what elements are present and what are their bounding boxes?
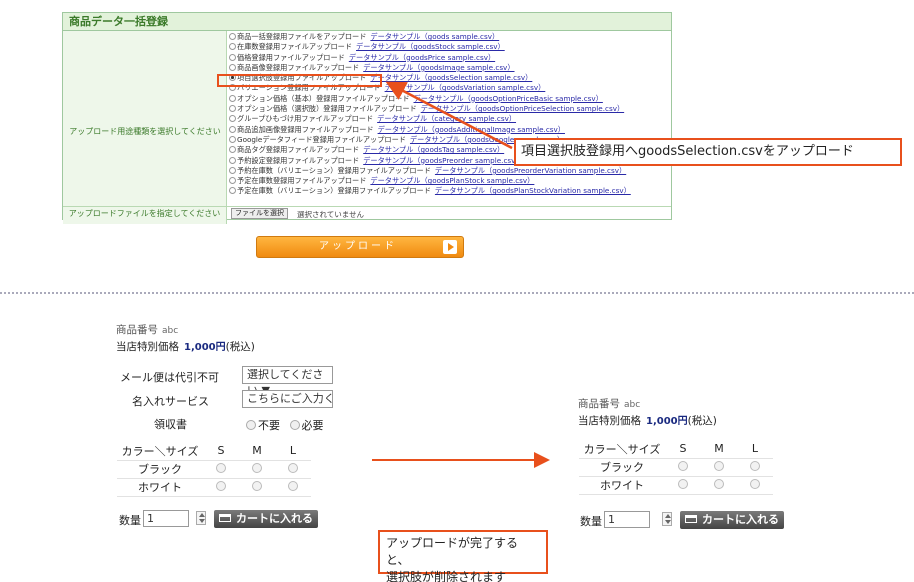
qty-input[interactable]: 1 [604,511,650,528]
after-variation-matrix: カラー＼サイズ S M L ブラック ホワイト [579,440,773,495]
tax-note: (税込) [225,341,255,353]
before-product-number: 商品番号 abc [116,322,178,337]
size-m: M [239,442,275,461]
engrave-label: 名入れサービス [132,395,209,408]
size-l: L [737,440,773,459]
qty-stepper[interactable] [662,512,672,526]
engrave-input[interactable]: こちらにご入力くだ [242,390,333,408]
cart-button-label: カートに入れる [236,512,313,525]
color-white: ホワイト [117,478,203,497]
tax-note: (税込) [687,415,717,427]
matrix-header: カラー＼サイズ [117,442,203,461]
mail-label: メール便は代引不可 [120,371,219,384]
color-black: ブラック [117,460,203,479]
matrix-header: カラー＼サイズ [579,440,665,459]
product-number-label: 商品番号 [578,398,620,410]
receipt-no-radio[interactable] [246,420,256,430]
cart-button-label: カートに入れる [702,513,779,526]
matrix-radio[interactable] [750,478,760,489]
callout-line-2: 選択肢が削除されます [386,570,507,582]
product-number-value: abc [162,326,179,336]
after-price: 当店特別価格 1,000円(税込) [578,412,717,428]
size-s: S [203,442,239,461]
size-l: L [275,442,311,461]
cart-icon [685,515,697,523]
callout-deletion-note: アップロードが完了すると、 選択肢が削除されます [378,530,548,582]
receipt-no-label: 不要 [258,419,280,432]
size-s: S [665,440,701,459]
receipt-yes-radio[interactable] [289,420,300,430]
receipt-yes-label: 必要 [301,419,324,432]
matrix-radio[interactable] [288,462,298,473]
qty-stepper[interactable] [196,511,206,525]
add-to-cart-button[interactable]: カートに入れる [214,510,318,528]
matrix-radio[interactable] [714,478,724,489]
matrix-radio[interactable] [714,460,724,471]
price-label: 当店特別価格 [578,415,641,427]
price-value: 1,000円 [646,416,688,427]
product-number-value: abc [624,400,641,410]
matrix-radio[interactable] [288,480,298,491]
price-value: 1,000円 [184,342,226,353]
color-black: ブラック [579,458,665,477]
before-variation-matrix: カラー＼サイズ S M L ブラック ホワイト [117,442,311,497]
matrix-radio[interactable] [252,480,262,491]
qty-input[interactable]: 1 [143,510,189,527]
size-m: M [701,440,737,459]
matrix-radio[interactable] [678,460,688,471]
mail-select[interactable]: 選択してください ▼ [242,366,333,397]
matrix-radio[interactable] [750,460,760,471]
matrix-radio[interactable] [678,478,688,489]
receipt-label: 領収書 [154,418,187,431]
qty-label: 数量 [580,515,602,528]
qty-label: 数量 [119,514,141,527]
cart-icon [219,514,231,522]
price-label: 当店特別価格 [116,341,179,353]
after-product-number: 商品番号 abc [578,396,640,411]
color-white: ホワイト [579,476,665,495]
matrix-radio[interactable] [216,462,226,473]
section-divider [0,292,914,294]
matrix-radio[interactable] [252,462,262,473]
receipt-options: 不要 必要 [246,417,324,433]
before-price: 当店特別価格 1,000円(税込) [116,338,255,354]
callout-line-1: アップロードが完了すると、 [386,536,519,567]
matrix-radio[interactable] [216,480,226,491]
callout-arrow [385,81,513,150]
product-number-label: 商品番号 [116,324,158,336]
add-to-cart-button[interactable]: カートに入れる [680,511,784,529]
